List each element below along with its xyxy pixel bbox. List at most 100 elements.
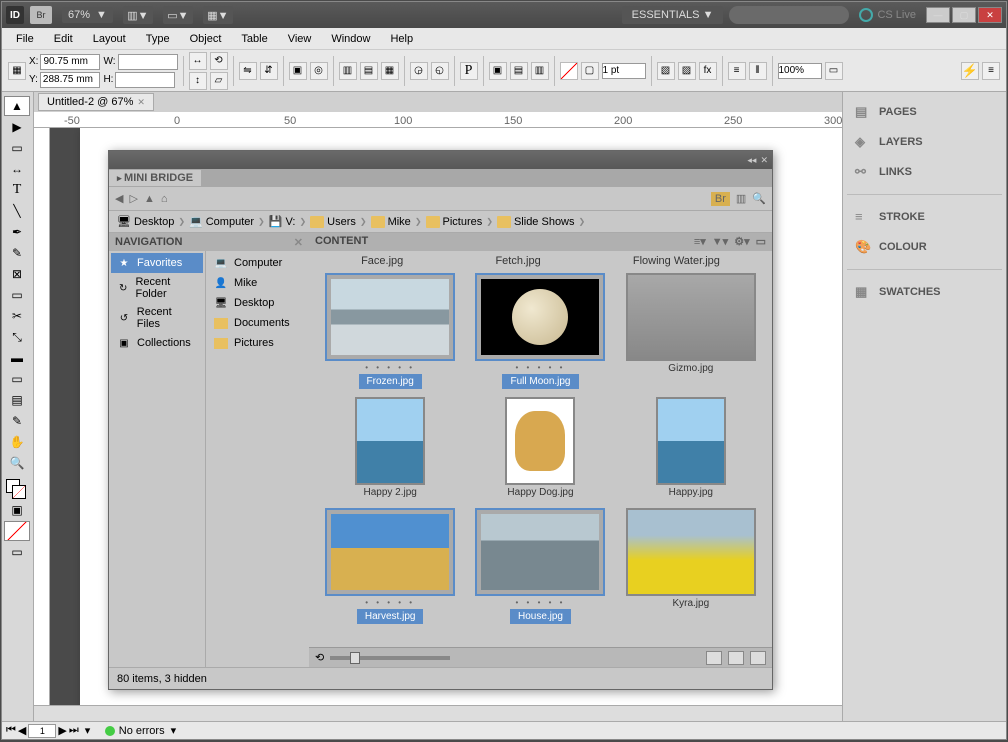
menu-help[interactable]: Help	[382, 31, 421, 47]
distribute-icon[interactable]: ⫴	[749, 62, 767, 80]
selection-tool[interactable]: ▲	[4, 96, 30, 116]
view-mode-icon[interactable]: ▭	[4, 542, 30, 562]
stroke-swatch[interactable]: ▢	[581, 62, 599, 80]
bridge-home-icon[interactable]: ⌂	[161, 193, 168, 205]
tools-icon[interactable]: ⚙▾	[734, 235, 749, 249]
menu-table[interactable]: Table	[233, 31, 275, 47]
view-filmstrip-icon[interactable]	[750, 651, 766, 665]
nav-item[interactable]: ↻Recent Folder	[111, 273, 203, 303]
thumb-size-slider[interactable]	[330, 656, 450, 660]
sort-icon[interactable]: ≡▾	[694, 235, 706, 249]
view-list-icon[interactable]	[728, 651, 744, 665]
folder-item[interactable]: Documents	[208, 313, 307, 333]
crumb-item[interactable]: Mike	[371, 216, 411, 228]
thumbnail[interactable]: Kyra.jpg	[621, 508, 761, 624]
line-tool[interactable]: ╲	[4, 201, 30, 221]
place-icon[interactable]: ▭	[756, 235, 766, 249]
text-wrap-shape-icon[interactable]: ▥	[531, 62, 549, 80]
select-container-icon[interactable]: ▣	[289, 62, 307, 80]
bridge-up-icon[interactable]: ▲	[144, 193, 155, 205]
folder-item[interactable]: 👤Mike	[208, 273, 307, 293]
fill-swatch[interactable]	[560, 62, 578, 80]
close-tab-icon[interactable]: ✕	[137, 97, 145, 108]
crumb-item[interactable]: Users	[310, 216, 356, 228]
ref-point-icon[interactable]: ▦	[8, 62, 26, 80]
center-content-icon[interactable]: ▦	[381, 62, 399, 80]
bridge-panel-view-icon[interactable]: ▥	[736, 192, 746, 205]
effects-icon[interactable]: ▧	[657, 62, 675, 80]
preview-icon[interactable]: ▭	[825, 62, 843, 80]
panel-menu-icon[interactable]: ≡	[982, 62, 1000, 80]
maximize-button[interactable]: ▢	[952, 7, 976, 23]
page-field[interactable]	[28, 724, 56, 738]
panel-links[interactable]: ⚯LINKS	[847, 158, 1002, 186]
bridge-search-icon[interactable]: 🔍	[752, 192, 766, 205]
bridge-button[interactable]: Br	[30, 6, 52, 24]
menu-type[interactable]: Type	[138, 31, 178, 47]
panel-swatches[interactable]: ▦SWATCHES	[847, 278, 1002, 306]
bridge-close-icon[interactable]: ✕	[760, 155, 768, 166]
crumb-item[interactable]: 💻Computer	[189, 215, 254, 228]
opacity-field[interactable]	[778, 63, 822, 79]
scale-x-icon[interactable]: ↔	[189, 52, 207, 70]
thumbnail[interactable]: Happy Dog.jpg	[470, 397, 610, 500]
folder-item[interactable]: Pictures	[208, 333, 307, 353]
cs-live-button[interactable]: CS Live	[859, 8, 916, 22]
gap-tool[interactable]: ↔	[4, 159, 30, 179]
h-field[interactable]	[115, 72, 175, 88]
y-field[interactable]	[40, 72, 100, 88]
panel-colour[interactable]: 🎨COLOUR	[847, 233, 1002, 261]
direct-selection-tool[interactable]: ▶	[4, 117, 30, 137]
bridge-br-icon[interactable]: Br	[711, 192, 730, 206]
thumbnail[interactable]: • • • • •Full Moon.jpg	[470, 273, 610, 389]
pen-tool[interactable]: ✒	[4, 222, 30, 242]
preflight-status[interactable]: No errors	[105, 725, 165, 737]
horizontal-scrollbar[interactable]	[34, 705, 842, 721]
page-navigator[interactable]: ⏮ ◀ ▶ ⏭	[6, 724, 79, 738]
fill-frame-icon[interactable]: ▥	[339, 62, 357, 80]
bridge-back-icon[interactable]: ◀	[115, 192, 123, 205]
stroke-weight-field[interactable]	[602, 63, 646, 79]
select-content-icon[interactable]: ◎	[310, 62, 328, 80]
type-tool[interactable]: T	[4, 180, 30, 200]
menu-object[interactable]: Object	[182, 31, 230, 47]
workspace-switcher[interactable]: ESSENTIALS ▼	[622, 6, 724, 24]
flip-h-icon[interactable]: ⇋	[239, 62, 257, 80]
free-transform-tool[interactable]: ⤡	[4, 327, 30, 347]
menu-file[interactable]: File	[8, 31, 42, 47]
bridge-titlebar[interactable]: ◂◂ ✕	[109, 151, 772, 169]
crumb-item[interactable]: 💾V:	[269, 215, 296, 228]
drop-shadow-icon[interactable]: ▨	[678, 62, 696, 80]
nav-item[interactable]: ▣Collections	[111, 333, 203, 353]
pencil-tool[interactable]: ✎	[4, 243, 30, 263]
corner-options-icon[interactable]: ◶	[410, 62, 428, 80]
rotate-ccw-icon[interactable]: ⟲	[315, 651, 324, 664]
panel-stroke[interactable]: ≡STROKE	[847, 203, 1002, 231]
menu-edit[interactable]: Edit	[46, 31, 81, 47]
rectangle-tool[interactable]: ▭	[4, 285, 30, 305]
menu-view[interactable]: View	[280, 31, 320, 47]
crumb-item[interactable]: Slide Shows	[497, 216, 575, 228]
thumbnail[interactable]: Happy 2.jpg	[320, 397, 460, 500]
arrange-dropdown[interactable]: ▦▼	[203, 6, 233, 24]
view-options-dropdown[interactable]: ▥▼	[123, 6, 153, 24]
crumb-item[interactable]: Pictures	[426, 216, 483, 228]
zoom-tool[interactable]: 🔍	[4, 453, 30, 473]
paragraph-icon[interactable]: P	[460, 62, 478, 80]
fill-stroke-swap[interactable]	[4, 479, 30, 499]
filter-icon[interactable]: ▼▾	[712, 235, 728, 249]
panel-layers[interactable]: ◈LAYERS	[847, 128, 1002, 156]
next-page-icon[interactable]: ▶	[58, 724, 66, 737]
thumbnail[interactable]: • • • • •Harvest.jpg	[320, 508, 460, 624]
eyedropper-tool[interactable]: ✎	[4, 411, 30, 431]
thumbnail[interactable]: • • • • •House.jpg	[470, 508, 610, 624]
folder-item[interactable]: 🖥Desktop	[208, 293, 307, 313]
rotate-icon[interactable]: ⟲	[210, 52, 228, 70]
corner-radius-icon[interactable]: ◵	[431, 62, 449, 80]
align-icon[interactable]: ≡	[728, 62, 746, 80]
note-tool[interactable]: ▤	[4, 390, 30, 410]
scissors-tool[interactable]: ✂	[4, 306, 30, 326]
close-button[interactable]: ✕	[978, 7, 1002, 23]
nav-item[interactable]: ★Favorites	[111, 253, 203, 273]
nav-close-icon[interactable]: ✕	[294, 236, 303, 249]
